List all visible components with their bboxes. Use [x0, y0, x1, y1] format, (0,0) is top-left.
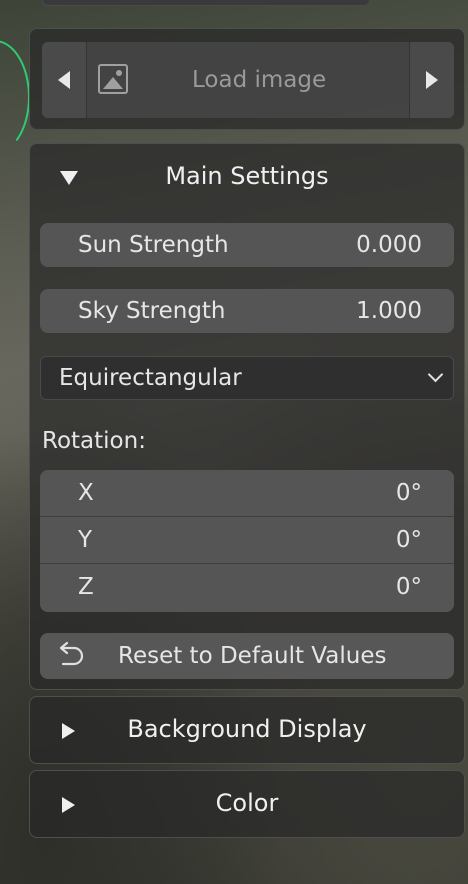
background-display-panel[interactable]: Background Display — [29, 696, 465, 764]
main-settings-title: Main Settings — [165, 162, 329, 190]
image-icon — [98, 64, 128, 94]
sky-strength-value: 1.000 — [356, 298, 422, 324]
undo-icon — [59, 641, 84, 666]
rotation-z-field[interactable]: Z 0° — [40, 564, 454, 612]
rotation-fields: X 0° Y 0° Z 0° — [40, 470, 454, 612]
sun-strength-field[interactable]: Sun Strength 0.000 — [40, 223, 454, 267]
sun-strength-value: 0.000 — [356, 232, 422, 258]
triangle-left-icon — [58, 71, 70, 89]
triangle-right-icon — [426, 71, 438, 89]
viewport-outline-arc — [0, 40, 30, 154]
rotation-y-value: 0° — [395, 527, 422, 553]
color-panel[interactable]: Color — [29, 770, 465, 838]
sun-strength-label: Sun Strength — [78, 232, 229, 258]
rotation-x-field[interactable]: X 0° — [40, 470, 454, 516]
main-settings-panel: Main Settings Sun Strength 0.000 Sky Str… — [29, 143, 465, 690]
main-settings-header[interactable]: Main Settings — [30, 144, 464, 210]
rotation-x-value: 0° — [395, 480, 422, 506]
rotation-label: Rotation: — [42, 428, 146, 454]
image-selector-panel: Load image — [29, 28, 465, 130]
sky-strength-field[interactable]: Sky Strength 1.000 — [40, 289, 454, 333]
rotation-x-label: X — [78, 480, 94, 506]
reset-defaults-label: Reset to Default Values — [118, 643, 387, 669]
rotation-z-value: 0° — [395, 574, 422, 600]
rotation-y-label: Y — [78, 527, 93, 553]
background-display-title: Background Display — [127, 715, 367, 743]
sky-strength-label: Sky Strength — [78, 298, 226, 324]
previous-image-button[interactable] — [42, 42, 87, 118]
color-title: Color — [215, 789, 279, 817]
rotation-y-field[interactable]: Y 0° — [40, 517, 454, 563]
chevron-down-icon — [427, 366, 444, 383]
reset-defaults-button[interactable]: Reset to Default Values — [40, 633, 454, 679]
next-image-button[interactable] — [409, 42, 454, 118]
image-selector[interactable]: Load image — [42, 42, 454, 118]
projection-dropdown[interactable]: Equirectangular — [40, 356, 454, 400]
load-image-label[interactable]: Load image — [192, 42, 326, 118]
projection-selected: Equirectangular — [59, 365, 242, 391]
rotation-z-label: Z — [78, 574, 94, 600]
top-panel-edge — [42, 0, 370, 6]
